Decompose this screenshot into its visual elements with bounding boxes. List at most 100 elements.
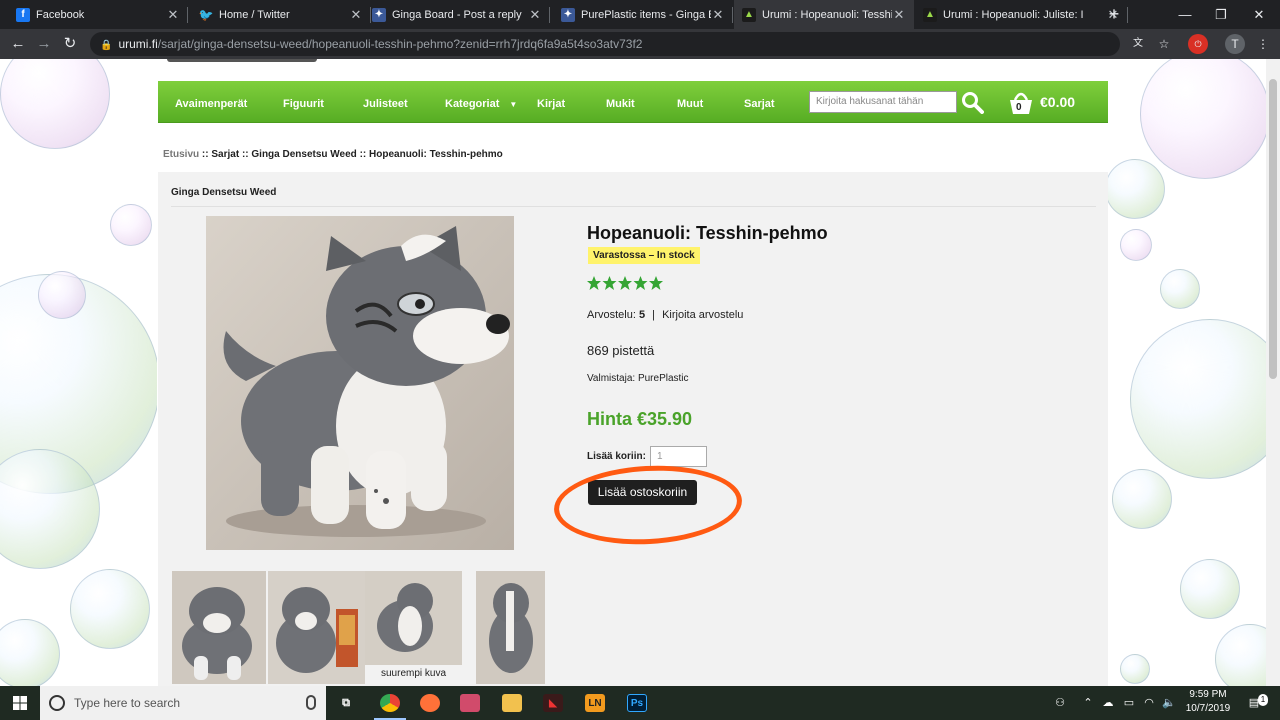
translate-icon[interactable]: 文 (1128, 34, 1148, 54)
browser-toolbar: ← → ↻ 🔒 urumi.fi/sarjat/ginga-densetsu-we… (0, 29, 1280, 59)
write-review-link[interactable]: Kirjoita arvostelu (662, 309, 743, 321)
product-title: Hopeanuoli: Tesshin-pehmo (587, 223, 828, 243)
volume-icon[interactable]: 🔈 (1160, 686, 1178, 720)
cart-total[interactable]: €0.00 (1040, 94, 1075, 110)
close-tab-icon[interactable]: ✕ (528, 7, 542, 23)
menu-item-sarjat[interactable]: Sarjat (744, 81, 775, 123)
restore-button[interactable]: ❐ (1204, 0, 1238, 29)
rating-separator: | (652, 309, 656, 321)
breadcrumb-sarjat[interactable]: Sarjat (211, 149, 239, 160)
tab-twitter[interactable]: 🐦 Home / Twitter ✕ (191, 0, 371, 29)
divider (171, 206, 1096, 207)
tab-ginga-board-reply[interactable]: ✦ Ginga Board - Post a reply ✕ (364, 0, 550, 29)
forward-arrow-icon[interactable]: → (32, 29, 56, 59)
quantity-input[interactable]: 1 (650, 446, 707, 467)
file-explorer-icon[interactable] (492, 686, 532, 720)
system-clock[interactable]: 9:59 PM 10/7/2019 (1180, 688, 1236, 716)
bubble-decoration (1120, 229, 1152, 261)
clock-time: 9:59 PM (1189, 689, 1227, 700)
cart-count: 0 (1016, 102, 1022, 113)
app-taskbar-icon[interactable]: ◣ (533, 686, 573, 720)
chrome-taskbar-icon[interactable] (370, 686, 410, 720)
highlight-circle-annotation (552, 461, 744, 549)
breadcrumb: Etusivu :: Sarjat :: Ginga Densetsu Weed… (163, 149, 503, 160)
header-strip (167, 59, 317, 62)
back-arrow-icon[interactable]: ← (6, 29, 30, 59)
product-main-image[interactable] (206, 216, 514, 550)
microphone-icon[interactable] (306, 695, 316, 710)
menu-item-avaimenperat[interactable]: Avaimenperät (175, 81, 247, 123)
browser-tab-strip: f Facebook ✕ 🐦 Home / Twitter ✕ ✦ Ginga … (0, 0, 1280, 29)
tab-title: PurePlastic items - Ginga Bo (581, 8, 711, 21)
bubble-decoration (1112, 469, 1172, 529)
page-scrollbar[interactable] (1266, 59, 1280, 686)
urumi-icon: ▲ (742, 7, 756, 22)
battery-icon[interactable]: ▭ (1120, 686, 1138, 720)
bubble-decoration (0, 59, 110, 149)
close-tab-icon[interactable]: ✕ (892, 7, 906, 23)
taskbar-search-placeholder: Type here to search (74, 696, 181, 710)
menu-kebab-icon[interactable]: ⋮ (1253, 34, 1273, 54)
menu-item-kirjat[interactable]: Kirjat (537, 81, 565, 123)
bubble-decoration (0, 619, 60, 686)
bubble-decoration (1120, 654, 1150, 684)
product-thumbnail[interactable] (172, 571, 266, 684)
close-tab-icon[interactable]: ✕ (349, 7, 363, 23)
windows-start-icon[interactable] (0, 686, 40, 720)
larger-image-link[interactable]: suurempi kuva (381, 668, 446, 679)
breadcrumb-separator: :: (241, 149, 249, 160)
rating-value: 5 (638, 309, 646, 321)
close-tab-icon[interactable]: ✕ (166, 7, 180, 23)
breadcrumb-home[interactable]: Etusivu (163, 149, 199, 160)
close-window-button[interactable]: ✕ (1242, 0, 1276, 29)
tray-chevron-icon[interactable]: ⌃ (1080, 686, 1096, 720)
menu-item-julisteet[interactable]: Julisteet (363, 81, 408, 123)
tab-facebook[interactable]: f Facebook ✕ (8, 0, 188, 29)
minimize-button[interactable]: — (1168, 0, 1202, 29)
tab-title: Ginga Board - Post a reply (392, 8, 522, 21)
cortana-icon (49, 695, 65, 711)
urumi-icon: ▲ (923, 7, 937, 22)
menu-item-figuurit[interactable]: Figuurit (283, 81, 324, 123)
photoshop-taskbar-icon[interactable]: Ps (617, 686, 657, 720)
onedrive-icon[interactable]: ☁ (1098, 686, 1118, 720)
product-panel: Ginga Densetsu Weed Hopeanuoli: Tesshin-… (158, 172, 1108, 686)
address-bar[interactable]: 🔒 urumi.fi/sarjat/ginga-densetsu-weed/hop… (90, 32, 1120, 56)
facebook-icon: f (16, 7, 30, 22)
rating-label: Arvostelu: (587, 309, 636, 321)
firefox-taskbar-icon[interactable] (410, 686, 450, 720)
menu-item-kategoriat[interactable]: Kategoriat ▼ (445, 81, 517, 123)
web-page: Avaimenperät Figuurit Julisteet Kategori… (0, 59, 1280, 686)
breadcrumb-ginga[interactable]: Ginga Densetsu Weed (251, 149, 356, 160)
forum-icon: ✦ (372, 7, 386, 22)
tab-title: Facebook (36, 8, 85, 21)
close-tab-icon[interactable]: ✕ (711, 7, 725, 23)
dropdown-caret-icon: ▼ (509, 100, 518, 109)
menu-item-muut[interactable]: Muut (677, 81, 703, 123)
tab-urumi-juliste[interactable]: ▲ Urumi : Hopeanuoli: Juliste: I ✕ (915, 0, 1128, 29)
search-icon[interactable] (960, 90, 984, 114)
site-search-input[interactable]: Kirjoita hakusanat tähän (809, 91, 957, 113)
lightnovel-taskbar-icon[interactable]: LN (575, 686, 615, 720)
wifi-icon[interactable]: ◠ (1140, 686, 1158, 720)
product-thumbnail[interactable] (268, 571, 365, 684)
reload-icon[interactable]: ↻ (58, 29, 82, 59)
menu-item-mukit[interactable]: Mukit (606, 81, 635, 123)
profile-avatar[interactable]: T (1225, 34, 1245, 54)
bookmark-star-icon[interactable]: ☆ (1154, 34, 1174, 54)
product-thumbnail[interactable] (476, 571, 545, 684)
product-thumbnail[interactable] (365, 571, 462, 665)
notification-count-badge: 1 (1258, 694, 1268, 706)
app-taskbar-icon[interactable] (450, 686, 490, 720)
new-tab-button[interactable]: + (1104, 4, 1124, 24)
extension-icon[interactable]: ⏻ (1188, 34, 1208, 54)
tab-urumi-tesshin[interactable]: ▲ Urumi : Hopeanuoli: Tesshin ✕ (734, 0, 914, 29)
scrollbar-thumb[interactable] (1269, 79, 1277, 379)
reward-points: 869 pistettä (587, 343, 655, 358)
tab-title: Urumi : Hopeanuoli: Juliste: I (943, 8, 1084, 21)
people-icon[interactable]: ⚇ (1050, 686, 1070, 720)
task-view-icon[interactable]: ⧉ (326, 686, 366, 720)
tab-title: Urumi : Hopeanuoli: Tesshin (762, 8, 892, 21)
taskbar-search-input[interactable]: Type here to search (40, 686, 326, 720)
tab-pureplastic-items[interactable]: ✦ PurePlastic items - Ginga Bo ✕ (553, 0, 733, 29)
